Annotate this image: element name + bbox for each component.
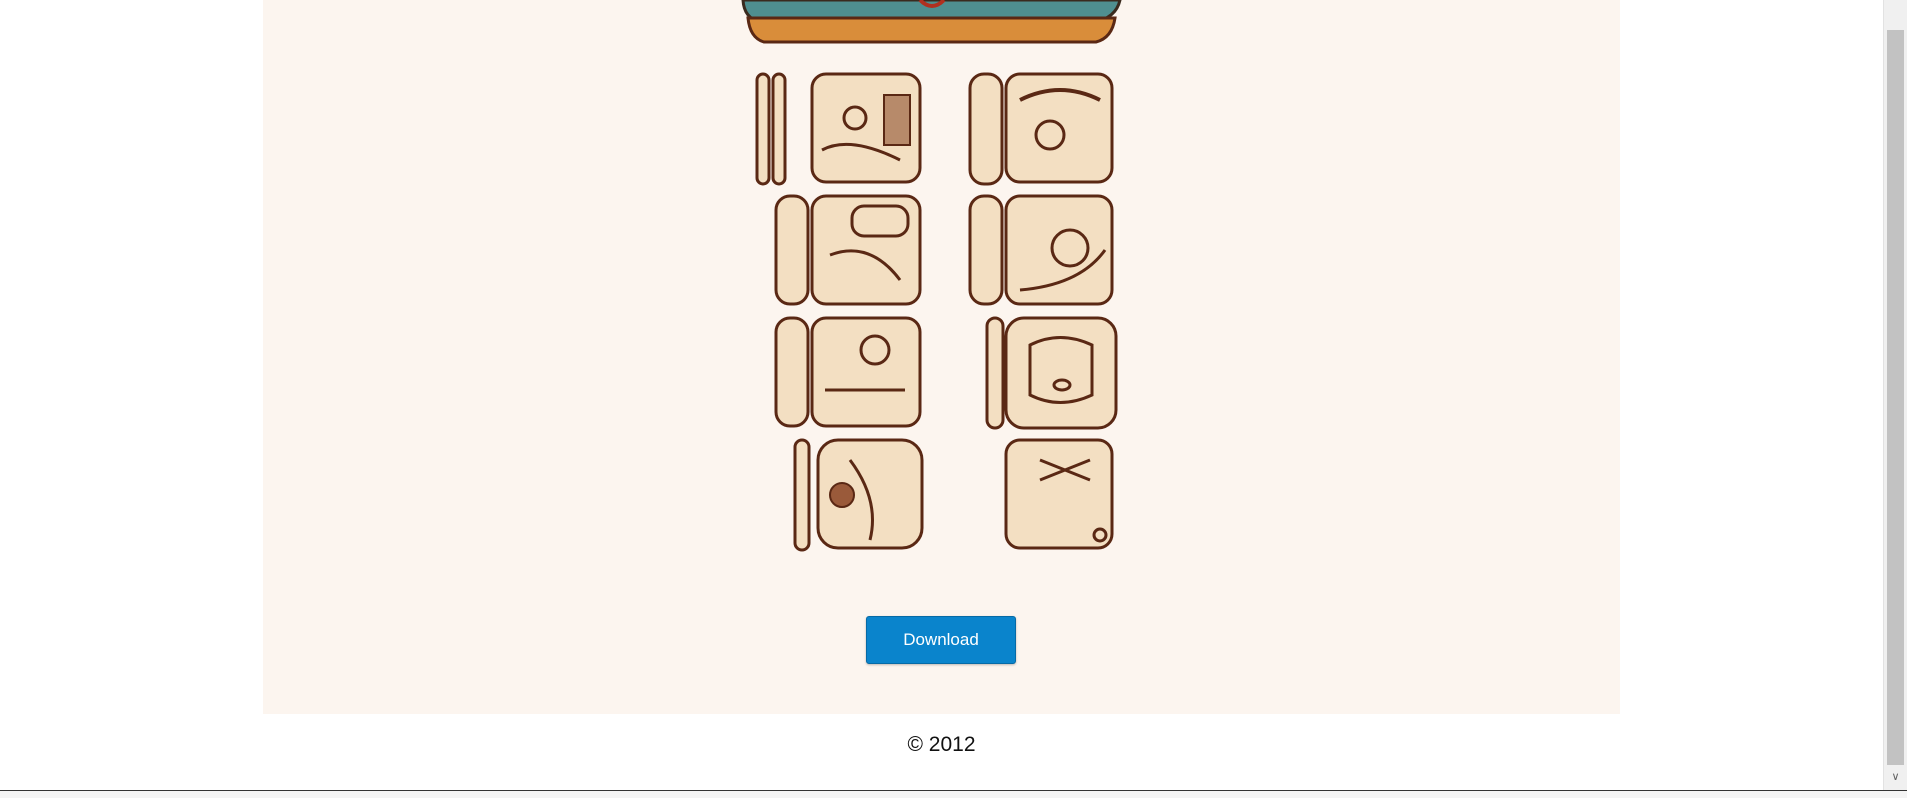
glyph-row-2-right (968, 194, 1114, 306)
window-bottom-edge (0, 790, 1907, 798)
chevron-down-icon[interactable]: ∨ (1886, 768, 1905, 786)
glyph-row-2-left (774, 194, 922, 306)
glyph-row-3-right (985, 316, 1118, 430)
glyph-row-1-left (755, 72, 922, 186)
glyph-row-3-left (774, 316, 922, 428)
vertical-scrollbar[interactable]: ∨ (1883, 0, 1907, 790)
glyph-row-4-left (793, 438, 924, 552)
glyph-row-1-right (968, 72, 1114, 186)
mayan-glyphs-illustration (741, 0, 1122, 552)
footer-copyright: © 2012 (907, 733, 976, 756)
download-button[interactable]: Download (866, 616, 1016, 664)
glyph-row-4-right (1004, 438, 1114, 550)
figure-base-icon (741, 0, 1122, 44)
scrollbar-thumb[interactable] (1887, 30, 1904, 765)
